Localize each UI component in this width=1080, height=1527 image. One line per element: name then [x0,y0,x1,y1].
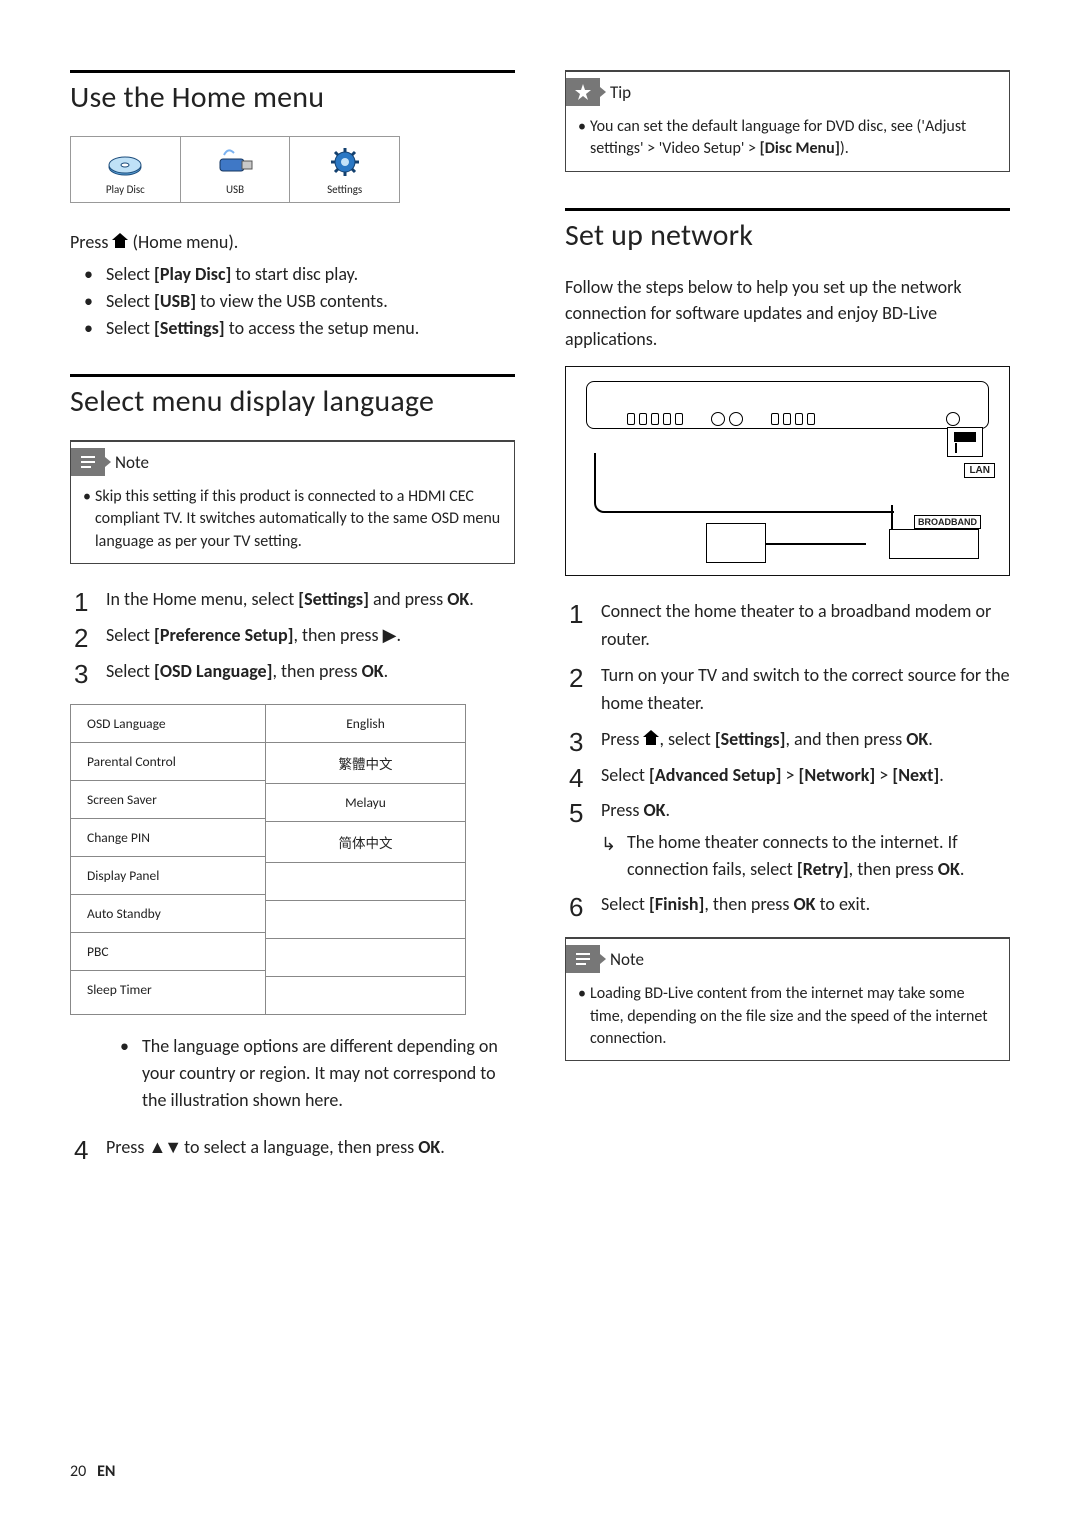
table-row: Display Panel [71,857,265,895]
network-intro: Follow the steps below to help you set u… [565,274,1010,352]
note-text: Loading BD-Live content from the interne… [576,983,999,1050]
note-label: Note [610,949,644,970]
home-icon-settings: Settings [290,137,399,202]
net-step-5: Press OK. ↳ The home theater connects to… [565,797,1010,883]
lan-label: LAN [964,463,995,478]
table-row: English [266,705,465,743]
home-icon-play-disc: Play Disc [71,137,181,202]
table-row [266,939,465,977]
bullet-play-disc: Select [Play Disc] to start disc play. [70,261,515,288]
home-icon [643,732,659,746]
net-step-6: Select [Finish], then press OK to exit. [565,891,1010,919]
table-row: Parental Control [71,743,265,781]
home-icon-usb: USB [181,137,291,202]
note-icon [566,945,600,973]
table-row [266,863,465,901]
table-row: Sleep Timer [71,971,265,1008]
network-diagram: LAN BROADBAND [565,366,1010,576]
table-row: 简体中文 [266,822,465,863]
net-step-4: Select [Advanced Setup] > [Network] > [N… [565,762,1010,790]
note-box-network: Note Loading BD-Live content from the in… [565,937,1010,1061]
section-title-home: Use the Home menu [70,79,515,116]
note-text: Skip this setting if this product is con… [81,486,504,553]
lang-step-4: Press ▲▼ to select a language, then pres… [70,1134,515,1162]
table-row [266,977,465,1014]
lang-step-1: In the Home menu, select [Settings] and … [70,586,515,614]
note-box-language: Note Skip this setting if this product i… [70,440,515,564]
table-row: Melayu [266,784,465,822]
tip-label: Tip [610,82,631,103]
tip-text: You can set the default language for DVD… [576,116,999,161]
press-home-line: Press (Home menu). [70,229,515,255]
lang-sub-note: The language options are different depen… [106,1033,515,1114]
net-step-2: Turn on your TV and switch to the correc… [565,662,1010,718]
home-menu-illustration: Play Disc USB [70,136,400,203]
usb-icon [212,145,258,179]
section-title-language: Select menu display language [70,383,515,420]
disc-icon [105,145,145,179]
table-row: Auto Standby [71,895,265,933]
note-label: Note [115,452,149,473]
tip-icon [566,78,600,106]
lang-step-2: Select [Preference Setup], then press ▶. [70,622,515,650]
bullet-settings: Select [Settings] to access the setup me… [70,315,515,342]
bullet-usb: Select [USB] to view the USB contents. [70,288,515,315]
table-row: 繁體中文 [266,743,465,784]
result-arrow-icon: ↳ [601,831,616,858]
table-row: PBC [71,933,265,971]
page-footer: 20 EN [70,1462,115,1481]
net-step-5-result: ↳ The home theater connects to the inter… [601,829,1010,883]
note-icon [71,448,105,476]
table-row [266,901,465,939]
net-step-3: Press , select [Settings], and then pres… [565,726,1010,754]
table-row: Change PIN [71,819,265,857]
table-row: Screen Saver [71,781,265,819]
gear-icon [327,145,363,179]
section-title-network: Set up network [565,217,1010,254]
table-row: OSD Language [71,705,265,743]
net-step-1: Connect the home theater to a broadband … [565,598,1010,654]
tip-box: Tip You can set the default language for… [565,70,1010,172]
broadband-label: BROADBAND [914,515,981,529]
osd-language-table: OSD Language Parental Control Screen Sav… [70,704,466,1015]
lang-step-3: Select [OSD Language], then press OK. [70,658,515,686]
home-icon [112,235,128,249]
